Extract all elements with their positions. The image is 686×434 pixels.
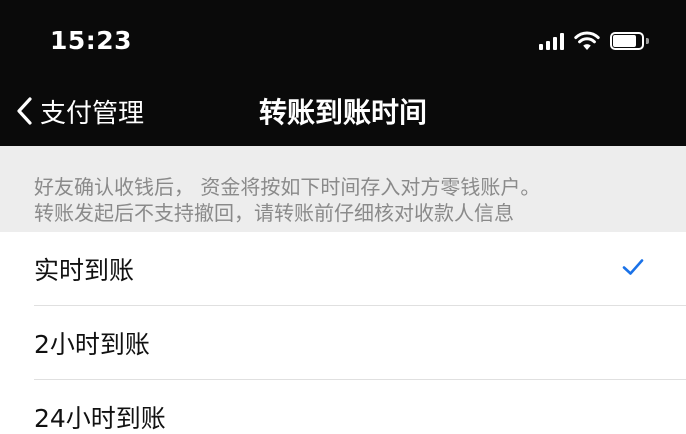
status-time: 15:23 <box>50 26 133 55</box>
option-realtime[interactable]: 实时到账 <box>0 232 686 306</box>
checkmark-icon <box>622 259 644 275</box>
battery-icon <box>610 31 650 51</box>
page-title: 转账到账时间 <box>258 96 427 129</box>
notice-text: 好友确认收钱后， 资金将按如下时间存入对方零钱账户。 转账发起后不支持撤回，请转… <box>0 146 686 232</box>
option-2-hours[interactable]: 2小时到账 <box>0 306 686 380</box>
status-icons <box>539 30 650 52</box>
option-list: 实时到账 2小时到账 24小时到账 <box>0 232 686 434</box>
option-label: 24小时到账 <box>34 404 166 433</box>
nav-bar: 支付管理 转账到账时间 <box>0 80 686 146</box>
notice-line: 好友确认收钱后， 资金将按如下时间存入对方零钱账户。 <box>34 175 541 199</box>
wifi-icon <box>574 31 600 50</box>
option-24-hours[interactable]: 24小时到账 <box>0 380 686 434</box>
screen: 15:23 支付管理 转账到账时间 好友确认收钱后， 资金将按如下时间存入对方零… <box>0 0 686 434</box>
status-bar: 15:23 <box>0 0 686 80</box>
notice-line: 转账发起后不支持撤回，请转账前仔细核对收款人信息 <box>34 201 514 225</box>
signal-icon <box>539 32 564 50</box>
option-label: 2小时到账 <box>34 330 150 359</box>
option-label: 实时到账 <box>34 256 135 285</box>
